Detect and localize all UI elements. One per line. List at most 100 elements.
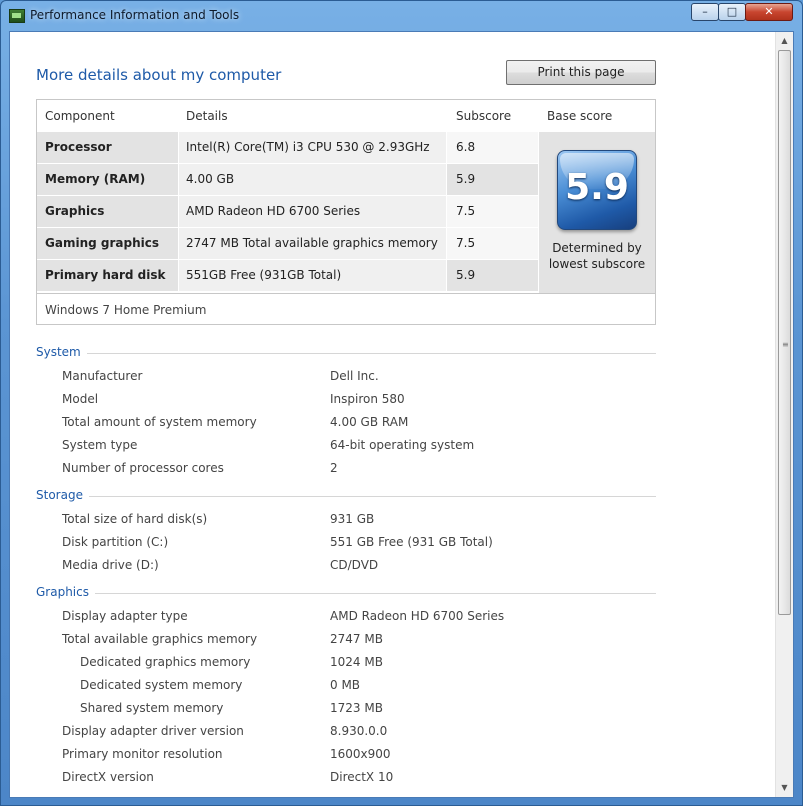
score-table-header: Component Details Subscore Base score <box>37 100 655 132</box>
property-row: Model Inspiron 580 <box>62 392 662 410</box>
property-row: System type 64-bit operating system <box>62 438 662 456</box>
property-name: Total size of hard disk(s) <box>62 512 208 526</box>
property-name: Total available graphics memory <box>62 632 258 646</box>
page-title: More details about my computer <box>36 66 282 84</box>
property-name: Manufacturer <box>62 369 143 383</box>
property-name: Number of processor cores <box>62 461 224 475</box>
property-row: Number of processor cores 2 <box>62 461 662 479</box>
property-value: 8.930.0.0 <box>330 724 388 738</box>
base-note-line1: Determined by <box>552 241 642 255</box>
component-name: Processor <box>45 140 112 154</box>
base-note-line2: lowest subscore <box>548 257 646 271</box>
property-value: Inspiron 580 <box>330 392 405 406</box>
os-edition: Windows 7 Home Premium <box>45 303 207 317</box>
section-storage: Storage <box>36 488 656 504</box>
property-row: Shared system memory 1723 MB <box>80 701 680 719</box>
component-name: Memory (RAM) <box>45 172 146 186</box>
property-name: Model <box>62 392 99 406</box>
property-row: Total size of hard disk(s) 931 GB <box>62 512 662 530</box>
property-row: Media drive (D:) CD/DVD <box>62 558 662 576</box>
component-subscore: 5.9 <box>456 268 476 282</box>
component-subscore: 6.8 <box>456 140 476 154</box>
property-name: Total amount of system memory <box>62 415 257 429</box>
maximize-button[interactable]: □ <box>718 3 746 21</box>
base-score-value: 5.9 <box>565 167 629 208</box>
component-subscore: 5.9 <box>456 172 476 186</box>
property-value: 2 <box>330 461 338 475</box>
property-row: Manufacturer Dell Inc. <box>62 369 662 387</box>
component-details: 551GB Free (931GB Total) <box>186 268 342 282</box>
property-name: Display adapter type <box>62 609 188 623</box>
component-name: Gaming graphics <box>45 236 159 250</box>
section-title: System <box>36 345 87 359</box>
print-page-button[interactable]: Print this page <box>506 60 656 85</box>
property-row: Display adapter type AMD Radeon HD 6700 S… <box>62 609 662 627</box>
component-subscore: 7.5 <box>456 204 476 218</box>
component-name: Primary hard disk <box>45 268 166 282</box>
base-score-note: Determined by lowest subscore <box>539 240 655 272</box>
details-page: More details about my computer Print thi… <box>10 32 775 797</box>
table-row: Processor Intel(R) Core(TM) i3 CPU 530 @… <box>37 132 547 163</box>
score-table: Component Details Subscore Base score Pr… <box>36 99 656 325</box>
property-name: Dedicated graphics memory <box>80 655 251 669</box>
component-details: 2747 MB Total available graphics memory <box>186 236 438 250</box>
scroll-thumb[interactable]: ≡ <box>778 50 791 615</box>
title-bar[interactable]: Performance Information and Tools – □ ✕ <box>1 1 802 31</box>
property-value: DirectX 10 <box>330 770 394 784</box>
property-name: Disk partition (C:) <box>62 535 169 549</box>
property-value: Dell Inc. <box>330 369 379 383</box>
section-title: Storage <box>36 488 89 502</box>
property-row: Total available graphics memory 2747 MB <box>62 632 662 650</box>
base-score-badge: 5.9 <box>557 150 637 230</box>
property-value: 1600x900 <box>330 747 391 761</box>
property-value: AMD Radeon HD 6700 Series <box>330 609 505 623</box>
component-details: 4.00 GB <box>186 172 235 186</box>
property-value: 0 MB <box>330 678 361 692</box>
component-details: Intel(R) Core(TM) i3 CPU 530 @ 2.93GHz <box>186 140 430 154</box>
property-value: 2747 MB <box>330 632 383 646</box>
header-details: Details <box>186 109 228 123</box>
grip-icon: ≡ <box>782 340 789 349</box>
property-name: System type <box>62 438 138 452</box>
property-name: Primary monitor resolution <box>62 747 223 761</box>
close-button[interactable]: ✕ <box>745 3 793 21</box>
property-value: CD/DVD <box>330 558 379 572</box>
property-name: Shared system memory <box>80 701 224 715</box>
property-value: 1024 MB <box>330 655 383 669</box>
property-row: Dedicated system memory 0 MB <box>80 678 680 696</box>
os-edition-row: Windows 7 Home Premium <box>37 293 655 324</box>
table-row: Gaming graphics 2747 MB Total available … <box>37 228 547 259</box>
section-graphics: Graphics <box>36 585 656 601</box>
section-system: System <box>36 345 656 361</box>
property-row: Dedicated graphics memory 1024 MB <box>80 655 680 673</box>
property-value: 551 GB Free (931 GB Total) <box>330 535 493 549</box>
table-row: Memory (RAM) 4.00 GB 5.9 <box>37 164 547 195</box>
property-value: 931 GB <box>330 512 375 526</box>
property-name: DirectX version <box>62 770 154 784</box>
performance-monitor-icon <box>9 9 25 23</box>
property-row: DirectX version DirectX 10 <box>62 770 662 788</box>
scroll-up-arrow-icon[interactable]: ▲ <box>776 32 793 49</box>
app-window: Performance Information and Tools – □ ✕ … <box>0 0 803 806</box>
base-score-cell: 5.9 Determined by lowest subscore <box>539 132 655 293</box>
client-area: More details about my computer Print thi… <box>9 31 794 798</box>
header-subscore: Subscore <box>456 109 512 123</box>
property-row: Total amount of system memory 4.00 GB RAM <box>62 415 662 433</box>
minimize-button[interactable]: – <box>691 3 719 21</box>
property-row: Display adapter driver version 8.930.0.0 <box>62 724 662 742</box>
vertical-scrollbar[interactable]: ▲ ≡ ▼ <box>775 32 793 797</box>
property-name: Dedicated system memory <box>80 678 243 692</box>
property-name: Display adapter driver version <box>62 724 244 738</box>
component-name: Graphics <box>45 204 105 218</box>
scroll-down-arrow-icon[interactable]: ▼ <box>776 779 793 796</box>
property-value: 4.00 GB RAM <box>330 415 409 429</box>
property-name: Media drive (D:) <box>62 558 159 572</box>
window-title: Performance Information and Tools <box>30 8 240 22</box>
table-row: Primary hard disk 551GB Free (931GB Tota… <box>37 260 547 291</box>
table-row: Graphics AMD Radeon HD 6700 Series 7.5 <box>37 196 547 227</box>
property-value: 1723 MB <box>330 701 383 715</box>
property-row: Primary monitor resolution 1600x900 <box>62 747 662 765</box>
component-subscore: 7.5 <box>456 236 476 250</box>
component-details: AMD Radeon HD 6700 Series <box>186 204 361 218</box>
property-row: Disk partition (C:) 551 GB Free (931 GB T… <box>62 535 662 553</box>
